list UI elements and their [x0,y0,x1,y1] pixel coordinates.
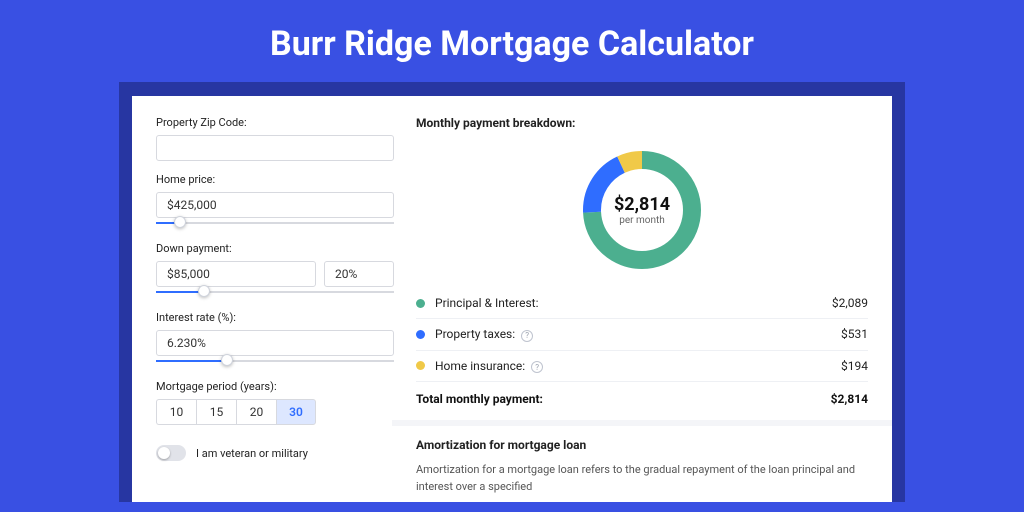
breakdown-name: Principal & Interest: [435,296,832,310]
home-price-slider[interactable] [156,218,394,230]
breakdown-row-taxes: Property taxes:? $531 [416,319,868,351]
period-label: Mortgage period (years): [156,380,394,393]
breakdown-total-row: Total monthly payment: $2,814 [416,382,868,420]
down-payment-pct-input[interactable] [324,261,394,287]
veteran-toggle[interactable] [156,445,186,461]
breakdown-value: $531 [841,327,868,341]
down-payment-input[interactable] [156,261,316,287]
down-payment-slider[interactable] [156,287,394,299]
breakdown-name: Property taxes:? [435,327,841,342]
total-label: Total monthly payment: [416,392,831,406]
breakdown-row-insurance: Home insurance:? $194 [416,351,868,383]
breakdown-row-principal: Principal & Interest: $2,089 [416,288,868,319]
interest-label: Interest rate (%): [156,311,394,324]
dot-icon [416,299,425,308]
page-title: Burr Ridge Mortgage Calculator [0,0,1024,82]
breakdown-title: Monthly payment breakdown: [416,116,868,130]
calculator-card: Property Zip Code: Home price: Down paym… [132,96,892,502]
donut-chart: $2,814 per month [416,140,868,288]
amortization-title: Amortization for mortgage loan [416,438,868,452]
chart-center-amount: $2,814 [614,194,670,215]
dot-icon [416,361,425,370]
home-price-input[interactable] [156,192,394,218]
total-value: $2,814 [831,392,868,406]
zip-label: Property Zip Code: [156,116,394,129]
breakdown-value: $194 [841,359,868,373]
down-payment-label: Down payment: [156,242,394,255]
info-icon[interactable]: ? [531,361,543,373]
inputs-column: Property Zip Code: Home price: Down paym… [156,116,394,502]
breakdown-column: Monthly payment breakdown: $2,814 per mo… [416,116,868,502]
interest-input[interactable] [156,330,394,356]
amortization-text: Amortization for a mortgage loan refers … [416,462,868,495]
dot-icon [416,330,425,339]
breakdown-name: Home insurance:? [435,359,841,374]
calculator-panel: Property Zip Code: Home price: Down paym… [119,82,905,502]
period-button-group: 10 15 20 30 [156,399,394,425]
amortization-section: Amortization for mortgage loan Amortizat… [392,420,892,495]
home-price-label: Home price: [156,173,394,186]
period-10-button[interactable]: 10 [156,399,196,425]
period-20-button[interactable]: 20 [236,399,276,425]
period-15-button[interactable]: 15 [196,399,236,425]
veteran-label: I am veteran or military [196,447,308,460]
breakdown-value: $2,089 [832,296,868,310]
info-icon[interactable]: ? [521,330,533,342]
interest-slider[interactable] [156,356,394,368]
zip-input[interactable] [156,135,394,161]
chart-center-sub: per month [619,215,665,226]
period-30-button[interactable]: 30 [276,399,316,425]
